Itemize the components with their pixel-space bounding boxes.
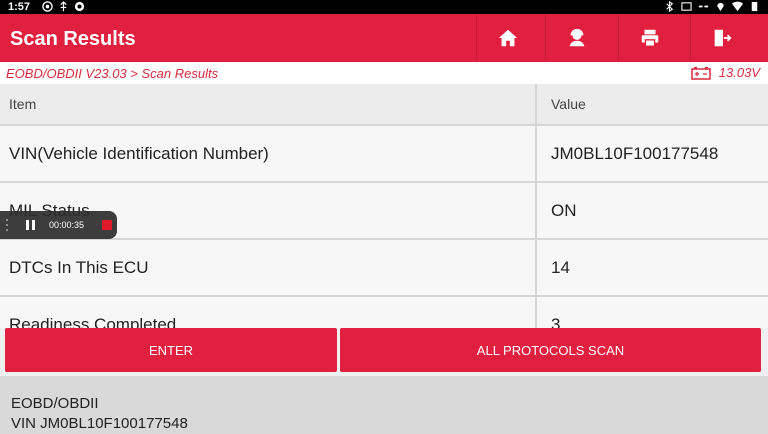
home-icon (497, 27, 519, 49)
enter-button[interactable]: ENTER (5, 328, 337, 372)
action-bar: ENTER ALL PROTOCOLS SCAN (0, 328, 768, 374)
stop-icon[interactable] (102, 220, 113, 230)
page-title: Scan Results (10, 28, 136, 50)
wifi-icon (732, 1, 743, 12)
app-title-bar: Scan Results (0, 14, 768, 62)
support-button[interactable] (545, 14, 608, 62)
row-value: 3 (551, 314, 561, 329)
exit-button[interactable] (690, 14, 753, 62)
row-value: JM0BL10F100177548 (551, 143, 719, 163)
print-button[interactable] (618, 14, 681, 62)
recording-timer: 00:00:35 (49, 220, 85, 230)
row-value: ON (551, 200, 577, 220)
support-icon (566, 27, 588, 49)
row-item: DTCs In This ECU (0, 240, 537, 295)
location-icon (715, 1, 726, 12)
scan-results-table[interactable]: Item Value VIN(Vehicle Identification Nu… (0, 84, 768, 328)
car-battery-icon (691, 66, 711, 80)
cast-icon (681, 1, 692, 12)
clock: 1:57 (8, 1, 31, 13)
table-row: DTCs In This ECU 14 (0, 240, 768, 297)
bluetooth-icon (664, 1, 675, 12)
vehicle-info-panel: EOBD/OBDII VIN JM0BL10F100177548 (0, 376, 768, 434)
screen-recorder-widget[interactable]: 00:00:35 (0, 211, 117, 239)
breadcrumb: EOBD/OBDII V23.03 > Scan Results (6, 66, 219, 81)
drag-handle-icon[interactable] (6, 219, 12, 231)
protocol-label: EOBD/OBDII (11, 395, 99, 412)
breadcrumb-bar: EOBD/OBDII V23.03 > Scan Results 13.03V (0, 62, 768, 84)
voltage-value: 13.03V (718, 65, 760, 80)
row-item: Readiness Completed (0, 297, 537, 328)
settings-icon (42, 1, 53, 12)
row-item: VIN(Vehicle Identification Number) (0, 126, 537, 181)
column-header-item: Item (0, 84, 537, 124)
column-header-value: Value (551, 96, 586, 112)
sync-icon (74, 1, 85, 12)
all-protocols-scan-button[interactable]: ALL PROTOCOLS SCAN (340, 328, 761, 372)
table-header: Item Value (0, 84, 768, 126)
system-status-bar: 1:57 (0, 0, 768, 14)
voltage-indicator: 13.03V (691, 65, 760, 80)
row-value: 14 (551, 257, 570, 277)
vin-label: VIN JM0BL10F100177548 (11, 415, 188, 432)
battery-icon (749, 1, 760, 12)
printer-icon (639, 27, 661, 49)
home-button[interactable] (476, 14, 539, 62)
table-row: Readiness Completed 3 (0, 297, 768, 328)
link-icon (698, 1, 709, 12)
usb-icon (58, 1, 69, 12)
exit-icon (711, 27, 733, 49)
pause-icon[interactable] (26, 220, 35, 230)
table-row: VIN(Vehicle Identification Number) JM0BL… (0, 126, 768, 183)
